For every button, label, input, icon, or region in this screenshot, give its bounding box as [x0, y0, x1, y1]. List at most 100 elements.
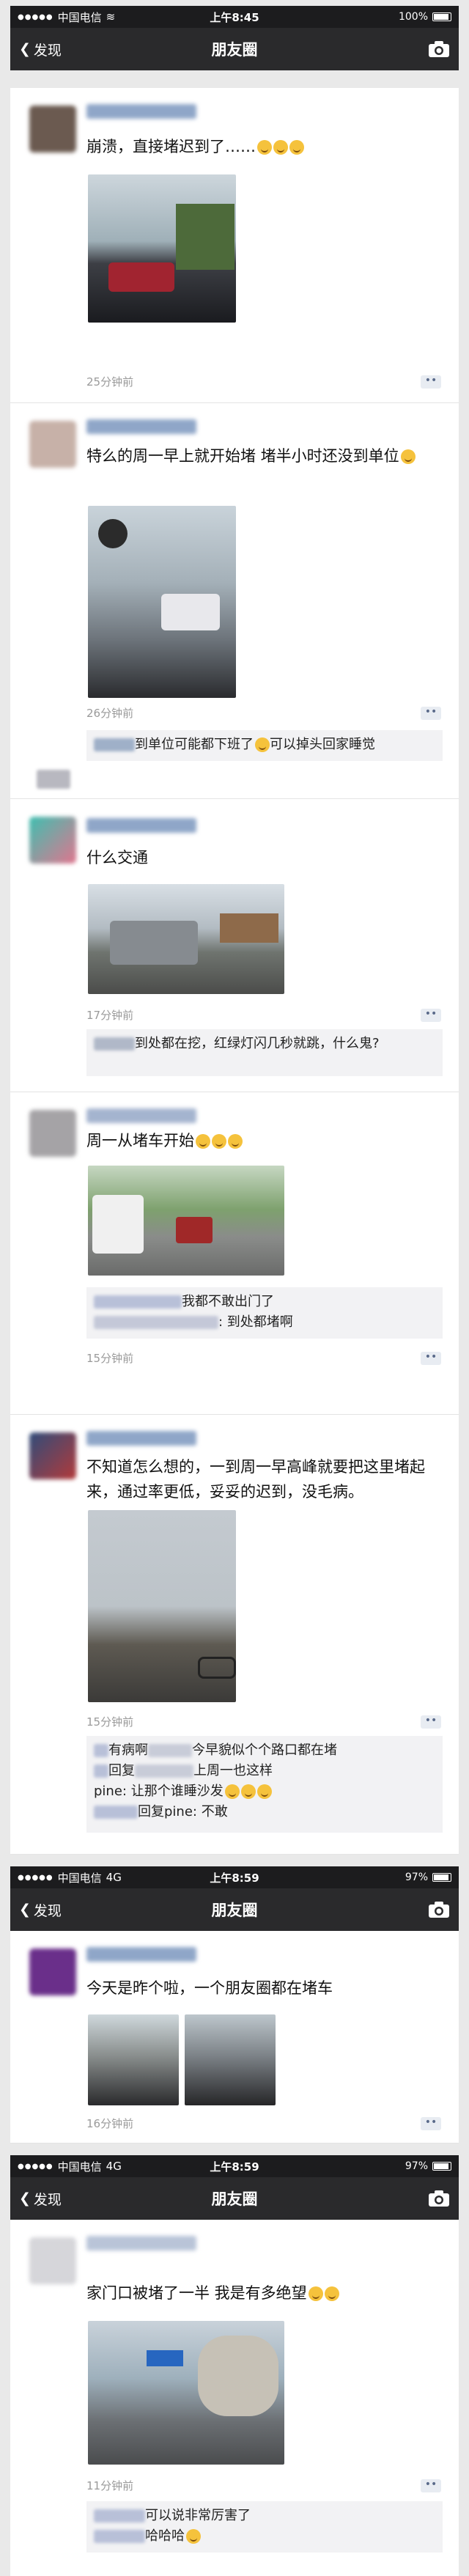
moment-post: 特么的周一早上就开始堵 堵半小时还没到单位 26分钟前 •• 到单位可能都下班了… [10, 403, 459, 799]
user-name[interactable] [86, 1108, 196, 1123]
chevron-left-icon: ❮ [19, 2190, 31, 2207]
comment-text: 哈哈哈 [145, 2528, 185, 2544]
status-bar: ●●●●● 中国电信 ≋ 上午8:45 100% [10, 6, 459, 28]
comment-more-icon[interactable]: •• [421, 2479, 441, 2492]
battery-icon [432, 2162, 451, 2171]
post-photo[interactable] [88, 2321, 284, 2465]
avatar[interactable] [29, 421, 76, 468]
avatar[interactable] [29, 1432, 76, 1479]
clock: 上午8:59 [210, 1871, 259, 1885]
clock: 上午8:45 [210, 10, 259, 24]
clock: 上午8:59 [210, 2160, 259, 2174]
comment-text: 到处都在挖，红绿灯闪几秒就跳，什么鬼? [135, 1036, 380, 1051]
comment-text: : 到处都堵啊 [218, 1314, 293, 1330]
comment-more-icon[interactable]: •• [421, 1715, 441, 1729]
user-name[interactable] [86, 818, 196, 833]
post-text: 家门口被堵了一半 我是有多绝望 [86, 2281, 438, 2305]
page-title: 朋友圈 [211, 2190, 258, 2208]
screenshot-gap [0, 1855, 469, 1866]
post-photo[interactable] [88, 1166, 284, 1276]
post-text: 崩溃，直接堵迟到了…… [86, 135, 438, 158]
comment-text: 有病啊 [108, 1743, 148, 1758]
screenshot-gap [0, 2143, 469, 2155]
user-name[interactable] [86, 1431, 196, 1446]
nav-bar: ❮ 发现 朋友圈 [10, 2177, 459, 2220]
post-text-content: 特么的周一早上就开始堵 堵半小时还没到单位 [86, 447, 399, 465]
back-label: 发现 [33, 42, 62, 59]
comment-text: 我都不敢出门了 [182, 1294, 274, 1309]
back-button[interactable]: ❮ 发现 [19, 40, 62, 59]
chevron-left-icon: ❮ [19, 1902, 31, 1918]
nav-bar: ❮ 发现 朋友圈 [10, 28, 459, 70]
post-text: 什么交通 [86, 849, 148, 866]
avatar[interactable] [29, 1110, 76, 1157]
back-label: 发现 [33, 2191, 62, 2208]
moment-post: 周一从堵车开始 我都不敢出门了 : 到处都堵啊 15分钟前 •• [10, 1092, 459, 1415]
post-text: 特么的周一早上就开始堵 堵半小时还没到单位 [86, 444, 438, 468]
comment-text: 回复pine: 不敢 [138, 1804, 228, 1819]
screen-1-header: ●●●●● 中国电信 ≋ 上午8:45 100% ❮ 发现 朋友圈 [10, 6, 459, 70]
post-text: 不知道怎么想的，一到周一早高峰就要把这里堵起来，通过率更低，妥妥的迟到，没毛病。 [86, 1458, 425, 1501]
post-time: 16分钟前 [86, 2117, 134, 2130]
comment-text: 今早貌似个个路口都在堵 [192, 1743, 337, 1758]
post-text: 周一从堵车开始 [86, 1129, 438, 1152]
battery-icon [432, 1873, 451, 1882]
comment-text: pine: 让那个谁睡沙发 [94, 1784, 224, 1799]
screen-2-header: ●●●●● 中国电信 4G 上午8:59 97% ❮ 发现 朋友圈 [10, 1866, 459, 1931]
user-name[interactable] [86, 419, 196, 434]
comment-more-icon[interactable]: •• [421, 707, 441, 720]
user-name[interactable] [86, 1947, 196, 1962]
back-button[interactable]: ❮ 发现 [19, 1900, 62, 1920]
post-time: 26分钟前 [86, 707, 134, 720]
camera-icon[interactable] [428, 40, 450, 58]
battery-icon [432, 12, 451, 21]
camera-icon[interactable] [428, 1901, 450, 1918]
moment-post: 什么交通 17分钟前 •• 到处都在挖，红绿灯闪几秒就跳，什么鬼? [10, 799, 459, 1092]
page-title: 朋友圈 [211, 1902, 258, 1919]
user-name[interactable] [86, 104, 196, 119]
post-time: 25分钟前 [86, 375, 134, 389]
chevron-left-icon: ❮ [19, 41, 31, 57]
comment-list: 可以说非常厉害了 哈哈哈 [86, 2501, 443, 2553]
comment-list: 我都不敢出门了 : 到处都堵啊 [86, 1287, 443, 1339]
post-text-content: 周一从堵车开始 [86, 1132, 194, 1149]
post-photo[interactable] [88, 1510, 236, 1702]
moment-post: 家门口被堵了一半 我是有多绝望 11分钟前 •• 可以说非常厉害了 哈哈哈 [10, 2220, 459, 2576]
moment-post: 崩溃，直接堵迟到了…… 25分钟前 •• [10, 88, 459, 403]
post-photo[interactable] [88, 2014, 179, 2105]
post-text-content: 家门口被堵了一半 我是有多绝望 [86, 2284, 307, 2302]
comment-list: 到单位可能都下班了 可以掉头回家睡觉 [86, 730, 443, 761]
post-photo[interactable] [88, 174, 236, 323]
post-text: 今天是昨个啦，一个朋友圈都在堵车 [86, 1979, 333, 1997]
comment-more-icon[interactable]: •• [421, 1009, 441, 1022]
commenter-avatar [37, 770, 70, 789]
post-photo[interactable] [88, 506, 236, 698]
comment-text: 回复 [108, 1763, 135, 1778]
user-name[interactable] [86, 2236, 196, 2251]
post-time: 11分钟前 [86, 2479, 134, 2492]
comment-list: 有病啊 今早貌似个个路口都在堵 回复 上周一也这样 pine: 让那个谁睡沙发 回复… [86, 1736, 443, 1833]
back-button[interactable]: ❮ 发现 [19, 2189, 62, 2209]
avatar[interactable] [29, 106, 76, 152]
camera-icon[interactable] [428, 2190, 450, 2207]
comment-more-icon[interactable]: •• [421, 1352, 441, 1365]
post-time: 17分钟前 [86, 1009, 134, 1022]
comment-more-icon[interactable]: •• [421, 2117, 441, 2130]
nav-bar: ❮ 发现 朋友圈 [10, 1888, 459, 1931]
status-bar: ●●●●● 中国电信 4G 上午8:59 97% [10, 2155, 459, 2177]
moment-post: 不知道怎么想的，一到周一早高峰就要把这里堵起来，通过率更低，妥妥的迟到，没毛病。… [10, 1415, 459, 1855]
avatar[interactable] [29, 817, 76, 864]
comment-text: 可以掉头回家睡觉 [270, 737, 375, 752]
comment-more-icon[interactable]: •• [421, 375, 441, 389]
avatar[interactable] [29, 2237, 76, 2284]
comment-list: 到处都在挖，红绿灯闪几秒就跳，什么鬼? [86, 1029, 443, 1076]
post-time: 15分钟前 [86, 1715, 134, 1729]
page-title: 朋友圈 [211, 41, 258, 59]
avatar[interactable] [29, 1948, 76, 1995]
post-time: 15分钟前 [86, 1352, 134, 1365]
comment-text: 到单位可能都下班了 [135, 737, 254, 752]
post-photo[interactable] [88, 884, 284, 994]
comment-text: 可以说非常厉害了 [145, 2508, 251, 2523]
post-photo[interactable] [185, 2014, 276, 2105]
moment-post: 今天是昨个啦，一个朋友圈都在堵车 16分钟前 •• [10, 1931, 459, 2143]
